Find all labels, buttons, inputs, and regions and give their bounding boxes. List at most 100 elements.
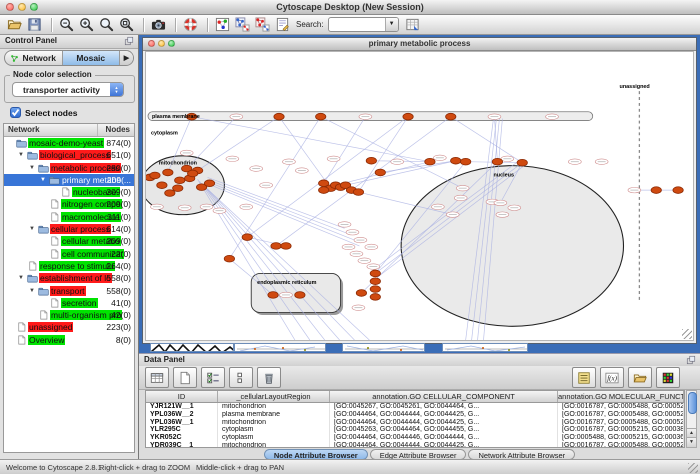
tree-row-cell-communicat[interactable]: cell communicat22(0) [4,248,134,260]
column-header-1[interactable]: ID [146,391,218,402]
table-row[interactable]: YPL036W__1mitochondrion[GO:0044464, GO:0… [146,419,684,427]
open-icon[interactable] [6,16,23,33]
column-header-2[interactable]: _cellularLayoutRegion [218,391,330,402]
zoom-out-icon[interactable] [58,16,75,33]
float-panel-icon[interactable] [124,36,134,46]
column-header-4[interactable]: annotation.GO MOLECULAR_FUNCTION [558,391,684,402]
network-window-titlebar[interactable]: primary metabolic process [143,38,696,51]
tree-node-count: 8(0) [116,334,131,346]
search-input[interactable] [329,19,385,30]
select-attributes-icon[interactable] [201,367,225,388]
import-attributes-icon[interactable] [628,367,652,388]
cell: YKR052C [146,434,218,442]
tree-row-overview[interactable]: Overview8(0) [4,334,134,346]
import-table-icon[interactable] [404,16,421,33]
tree-row-cellular-process[interactable]: ▼cellular process614(0) [4,223,134,235]
tree-row-cellular-metabo[interactable]: cellular metabo209(0) [4,235,134,247]
tab-overflow-arrow-icon[interactable]: ▶ [120,51,133,65]
table-scrollbar[interactable]: ▲ ▼ [686,390,697,448]
expander-icon[interactable]: ▼ [18,272,27,284]
tree-node-count: 209(0) [106,198,131,210]
cell: [GO:0016787, GO:0005488, GO:0005215, G..… [558,403,684,411]
zoom-selected-icon[interactable] [118,16,135,33]
tab-mosaic[interactable]: Mosaic [63,51,121,65]
expander-icon[interactable]: ▼ [29,162,38,174]
expander-icon[interactable]: ▼ [29,223,38,235]
tab-network-label: Network [22,53,56,63]
tree-row-macromolecule[interactable]: macromolecule311(0) [4,211,134,223]
scrollbar-thumb[interactable] [688,392,697,414]
table-row[interactable]: YPL036W__2plasma membrane[GO:0044464, GO… [146,411,684,419]
tree-row-primary-metabo[interactable]: ▼primary metabo209(... [4,174,134,186]
svg-text:cytoplasm: cytoplasm [151,130,178,136]
window-resize-grip[interactable] [682,329,692,339]
attribute-list-icon[interactable] [572,367,596,388]
tree-label: mosaic-demo-yeast [28,138,104,148]
help-icon[interactable] [182,16,199,33]
tree-row-response-to-stimulu[interactable]: response to stimulu264(0) [4,260,134,272]
app-resize-grip[interactable] [688,463,698,473]
tree-row-metabolic-process[interactable]: ▼metabolic process280(0) [4,162,134,174]
select-nodes-checkbox[interactable] [10,107,21,118]
cell: [GO:0016787, GO:0005488, GO:0005215, G..… [558,419,684,427]
tree-row-transport[interactable]: ▼transport558(0) [4,285,134,297]
delete-attribute-icon[interactable] [257,367,281,388]
tree-row-biological-process[interactable]: ▼biological_process651(0) [4,149,134,161]
vizmapper-icon[interactable] [214,16,231,33]
annotation-icon[interactable] [274,16,291,33]
tree-label: biological_process [39,150,111,160]
control-panel: Control Panel Network Mosaic ▶ Node colo… [0,35,139,459]
tab-network[interactable]: Network [5,51,63,65]
search-box: ▼ [328,17,399,32]
background-window-fragment[interactable] [150,343,234,352]
svg-text:plasma membrane: plasma membrane [152,114,200,120]
network-tree-header: Network Nodes [4,124,134,137]
toolbar-separator [175,18,177,32]
float-panel-icon[interactable] [686,355,696,365]
table-row[interactable]: YJR121W__1mitochondrion[GO:0045267, GO:0… [146,403,684,411]
snapshot-camera-icon[interactable] [150,16,167,33]
network-canvas[interactable]: plasma membranecytoplasmmitochondrionnuc… [145,51,694,341]
background-window-fragment[interactable] [342,343,425,352]
tree-column-network[interactable]: Network [8,125,40,134]
network-nodes-blue-icon[interactable] [234,16,251,33]
tree-node-count: 264(0) [106,260,131,272]
mdi-desktop: primary metabolic process plasma membran… [139,35,700,353]
table-row[interactable]: YDR039C__1mitochondrion[GO:0044464, GO:0… [146,442,684,448]
expander-icon[interactable]: ▼ [40,174,49,186]
cell: [GO:0044464, GO:0044444, GO:0044425, G..… [330,419,558,427]
cell: [GO:0016787, GO:0005488, GO:0005215, G..… [558,442,684,448]
expander-icon[interactable]: ▼ [29,285,38,297]
tree-row-establishment-of-lo[interactable]: ▼establishment of lo558(0) [4,272,134,284]
data-panel-title-label: Data Panel [144,355,185,364]
node-color-dropdown[interactable]: transporter activity ▲▼ [12,82,124,97]
background-window-fragment[interactable] [234,343,326,352]
tree-row-secretion[interactable]: secretion41(0) [4,297,134,309]
scroll-down-icon[interactable]: ▼ [687,437,696,447]
expander-icon[interactable]: ▼ [18,149,27,161]
unselect-attributes-icon[interactable] [229,367,253,388]
column-header-3[interactable]: annotation.GO CELLULAR_COMPONENT [330,391,558,402]
tree-row-unassigned[interactable]: unassigned223(0) [4,321,134,333]
table-row[interactable]: YKR052Ccytoplasm[GO:0044464, GO:0044446,… [146,434,684,442]
background-window-fragment[interactable] [442,343,528,352]
group-label: Node color selection [10,70,95,79]
tree-row-multi-organism-pro[interactable]: multi-organism pro42(0) [4,309,134,321]
tree-row-nucleobase[interactable]: nucleobase-209(0) [4,186,134,198]
attribute-table-icon[interactable] [145,367,169,388]
tree-row-mosaic-demo-yeast[interactable]: mosaic-demo-yeast874(0) [4,137,134,149]
tree-row-nitrogen-compo[interactable]: nitrogen compo209(0) [4,198,134,210]
zoom-in-icon[interactable] [78,16,95,33]
function-builder-icon[interactable]: f(x) [600,367,624,388]
search-options-arrow-icon[interactable]: ▼ [385,18,398,31]
attribute-matrix-icon[interactable] [656,367,680,388]
network-nodes-red-icon[interactable] [254,16,271,33]
network-view-window: primary metabolic process plasma membran… [142,37,697,344]
save-icon[interactable] [26,16,43,33]
cell: [GO:0005488, GO:0005215, GO:0003674] [558,434,684,442]
table-row[interactable]: YLR295Ccytoplasm[GO:0045263, GO:0044464,… [146,426,684,434]
new-attribute-icon[interactable] [173,367,197,388]
zoom-fit-icon[interactable] [98,16,115,33]
status-zoom-hint: Right-click + drag to ZOOM [99,463,190,472]
tree-column-nodes[interactable]: Nodes [106,125,130,134]
